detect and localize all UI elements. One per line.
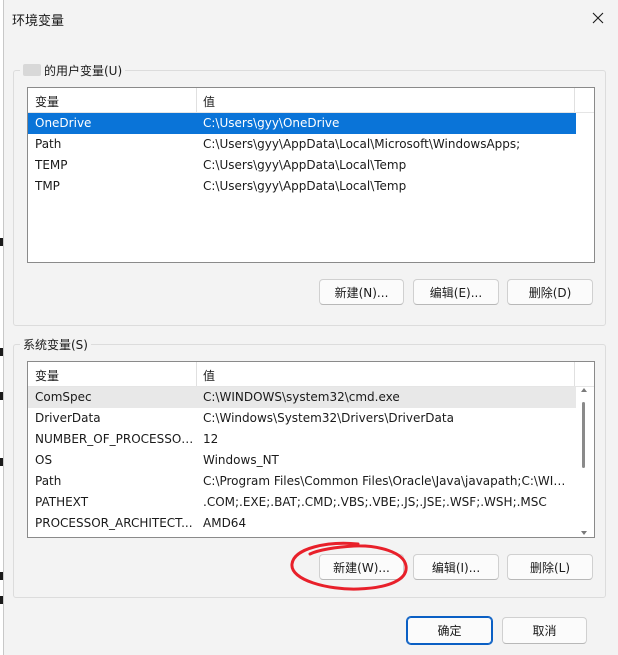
column-header-variable[interactable]: 变量 <box>35 367 59 384</box>
system-variable-row[interactable]: OS Windows_NT <box>28 450 576 471</box>
column-header-value[interactable]: 值 <box>203 367 215 384</box>
variable-name: OS <box>35 453 53 467</box>
variable-name: NUMBER_OF_PROCESSORS <box>35 432 195 446</box>
close-button[interactable] <box>587 8 609 28</box>
ok-button[interactable]: 确定 <box>406 616 493 645</box>
system-variable-row[interactable]: NUMBER_OF_PROCESSORS 12 <box>28 429 576 450</box>
user-variable-row[interactable]: TMP C:\Users\gyy\AppData\Local\Temp <box>28 176 594 197</box>
column-header-variable[interactable]: 变量 <box>35 93 59 110</box>
user-variable-row[interactable]: Path C:\Users\gyy\AppData\Local\Microsof… <box>28 134 594 155</box>
variable-name: TEMP <box>35 158 68 172</box>
system-edit-button[interactable]: 编辑(I)... <box>413 554 499 580</box>
variable-value: Windows_NT <box>203 453 279 467</box>
variable-name: Path <box>35 474 62 488</box>
variable-name: DriverData <box>35 411 101 425</box>
close-icon <box>592 12 604 24</box>
user-variables-legend: 的用户变量(U) <box>20 62 125 79</box>
variable-value: C:\Windows\System32\Drivers\DriverData <box>203 411 454 425</box>
user-variable-row[interactable]: OneDrive C:\Users\gyy\OneDrive <box>28 113 576 134</box>
cancel-button[interactable]: 取消 <box>502 617 587 644</box>
user-new-button[interactable]: 新建(N)... <box>319 279 404 305</box>
system-delete-button[interactable]: 删除(L) <box>507 554 593 580</box>
scroll-thumb[interactable] <box>582 402 585 468</box>
variable-value: C:\Users\gyy\AppData\Local\Microsoft\Win… <box>203 137 521 151</box>
variable-name: OneDrive <box>35 116 92 130</box>
system-variable-row[interactable]: PROCESSOR_ARCHITECT... AMD64 <box>28 513 576 534</box>
variable-value: C:\Program Files\Common Files\Oracle\Jav… <box>203 474 573 488</box>
system-new-button[interactable]: 新建(W)... <box>319 554 404 580</box>
system-variable-row[interactable]: PATHEXT .COM;.EXE;.BAT;.CMD;.VBS;.VBE;.J… <box>28 492 576 513</box>
system-variable-row[interactable]: Path C:\Program Files\Common Files\Oracl… <box>28 471 576 492</box>
variable-name: PROCESSOR_ARCHITECT... <box>35 516 193 530</box>
list-header: 变量 值 <box>28 88 594 113</box>
user-variable-row[interactable]: TEMP C:\Users\gyy\AppData\Local\Temp <box>28 155 594 176</box>
redacted-username <box>23 64 41 76</box>
variable-value: AMD64 <box>203 516 247 530</box>
variable-name: Path <box>35 137 62 151</box>
variable-value: C:\Users\gyy\AppData\Local\Temp <box>203 179 407 193</box>
scroll-up-icon[interactable] <box>581 388 587 392</box>
system-variables-list[interactable]: 变量 值 ComSpec C:\WINDOWS\system32\cmd.exe… <box>27 361 595 538</box>
user-delete-button[interactable]: 删除(D) <box>507 279 593 305</box>
scroll-down-icon[interactable] <box>581 531 587 535</box>
list-header: 变量 值 <box>28 362 594 387</box>
variable-value: C:\WINDOWS\system32\cmd.exe <box>203 390 400 404</box>
variable-value: C:\Users\gyy\OneDrive <box>203 116 340 130</box>
column-header-value[interactable]: 值 <box>203 93 215 110</box>
user-variables-list[interactable]: 变量 值 OneDrive C:\Users\gyy\OneDrive Path… <box>27 87 595 263</box>
variable-value: .COM;.EXE;.BAT;.CMD;.VBS;.VBE;.JS;.JSE;.… <box>203 495 547 509</box>
system-variable-row[interactable]: ComSpec C:\WINDOWS\system32\cmd.exe <box>28 387 576 408</box>
vertical-scrollbar[interactable] <box>578 388 592 535</box>
system-variables-legend: 系统变量(S) <box>23 338 88 352</box>
variable-name: TMP <box>35 179 60 193</box>
system-variable-row[interactable]: DriverData C:\Windows\System32\Drivers\D… <box>28 408 576 429</box>
user-edit-button[interactable]: 编辑(E)... <box>413 279 499 305</box>
variable-value: C:\Users\gyy\AppData\Local\Temp <box>203 158 407 172</box>
variable-name: PATHEXT <box>35 495 89 509</box>
dialog-title: 环境变量 <box>12 14 65 29</box>
variable-name: ComSpec <box>35 390 92 404</box>
variable-value: 12 <box>203 432 219 446</box>
